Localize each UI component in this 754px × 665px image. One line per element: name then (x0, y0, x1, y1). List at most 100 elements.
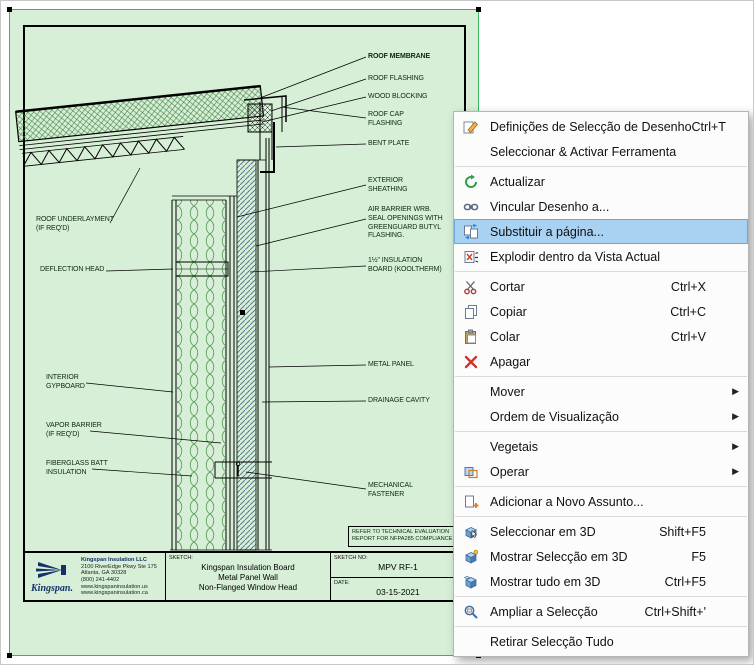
annotation-roof-membrane: ROOF MEMBRANE (368, 53, 430, 62)
wall-assembly (170, 138, 272, 550)
icon-spacer (460, 634, 482, 650)
add-subject-icon (460, 494, 482, 510)
menu-item-shortcut: Ctrl+X (671, 280, 740, 294)
lighthouse-beams-icon (32, 560, 72, 580)
context-menu: Definições de Selecção de Desenho Ctrl+T… (453, 111, 749, 657)
annotation-metal-panel: METAL PANEL (368, 361, 414, 370)
menu-separator (455, 271, 747, 272)
annotation-roof-cap-flashing: ROOF CAP FLASHING (368, 111, 404, 129)
menu-separator (455, 166, 747, 167)
menu-item-cut[interactable]: Cortar Ctrl+X (454, 274, 748, 299)
roof-assembly (16, 86, 266, 166)
menu-item-label: Mover (490, 385, 525, 399)
menu-item-show-all-3d[interactable]: Mostrar tudo em 3D Ctrl+F5 (454, 569, 748, 594)
menu-item-shortcut: Ctrl+T (692, 120, 754, 134)
menu-item-move[interactable]: Mover ▶ (454, 379, 748, 404)
selection-handle[interactable] (7, 7, 12, 12)
menu-item-label: Explodir dentro da Vista Actual (490, 250, 660, 264)
menu-item-select-activate-tool[interactable]: Seleccionar & Activar Ferramenta (454, 139, 748, 164)
menu-separator (455, 626, 747, 627)
menu-item-label: Adicionar a Novo Assunto... (490, 495, 644, 509)
submenu-arrow-icon: ▶ (732, 412, 739, 421)
title-block: Kingspan. Kingspan Insulation LLC 2100 R… (24, 551, 465, 601)
address-line-2: Atlanta, GA 30328 (81, 570, 157, 577)
menu-item-add-to-new-subject[interactable]: Adicionar a Novo Assunto... (454, 489, 748, 514)
menu-separator (455, 486, 747, 487)
menu-item-shortcut: F5 (691, 550, 740, 564)
copy-icon (460, 304, 482, 320)
drawing-page[interactable]: ROOF MEMBRANE ROOF FLASHING WOOD BLOCKIN… (10, 10, 478, 655)
menu-item-label: Mostrar Selecção em 3D (490, 550, 628, 564)
sketch-title: Kingspan Insulation Board Metal Panel Wa… (170, 563, 326, 593)
kingspan-logo-text: Kingspan. (26, 583, 78, 594)
cube-highlight-icon (460, 549, 482, 565)
menu-item-label: Vegetais (490, 440, 538, 454)
menu-item-drawing-settings[interactable]: Definições de Selecção de Desenho Ctrl+T (454, 114, 748, 139)
menu-item-show-selection-3d[interactable]: Mostrar Selecção em 3D F5 (454, 544, 748, 569)
menu-item-zoom-selection[interactable]: Ampliar a Selecção Ctrl+Shift+' (454, 599, 748, 624)
submenu-arrow-icon: ▶ (732, 442, 739, 451)
menu-item-label: Substituir a página... (490, 225, 604, 239)
title-block-meta-cell: SKETCH NO: MPV RF-1 DATE: 03-15-2021 (330, 553, 465, 601)
annotation-exterior-sheathing: EXTERIOR SHEATHING (368, 177, 407, 195)
delete-x-icon (460, 354, 482, 370)
menu-item-label: Seleccionar em 3D (490, 525, 596, 539)
selection-handle[interactable] (7, 653, 12, 658)
menu-item-label: Apagar (490, 355, 530, 369)
selection-handle[interactable] (476, 7, 481, 12)
menu-item-operate[interactable]: Operar ▶ (454, 459, 748, 484)
menu-item-link-drawing[interactable]: Vincular Desenho a... (454, 194, 748, 219)
menu-item-explode[interactable]: Explodir dentro da Vista Actual (454, 244, 748, 269)
selection-handle-center[interactable] (240, 310, 245, 315)
annotation-roof-underlayment: ROOF UNDERLAYMENT (IF REQ'D) (36, 216, 114, 234)
annotation-mechanical-fastener: MECHANICAL FASTENER (368, 482, 413, 500)
annotation-bent-plate: BENT PLATE (368, 140, 409, 149)
address-line-1: 2100 RiverEdge Pkwy Ste 175 (81, 564, 157, 571)
menu-item-update[interactable]: Actualizar (454, 169, 748, 194)
annotation-drainage-cavity: DRAINAGE CAVITY (368, 397, 430, 406)
menu-item-layers[interactable]: Vegetais ▶ (454, 434, 748, 459)
date-value: 03-15-2021 (331, 587, 465, 597)
menu-item-shortcut: Ctrl+V (671, 330, 740, 344)
menu-item-display-order[interactable]: Ordem de Visualização ▶ (454, 404, 748, 429)
menu-separator (455, 516, 747, 517)
menu-item-label: Vincular Desenho a... (490, 200, 609, 214)
annotation-wood-blocking: WOOD BLOCKING (368, 93, 427, 102)
menu-item-replace-page[interactable]: Substituir a página... (454, 219, 748, 244)
menu-item-shortcut: Shift+F5 (659, 525, 740, 539)
menu-item-label: Definições de Selecção de Desenho (490, 120, 692, 134)
menu-item-label: Cortar (490, 280, 525, 294)
submenu-arrow-icon: ▶ (732, 387, 739, 396)
company-address: Kingspan Insulation LLC 2100 RiverEdge P… (81, 557, 157, 597)
magnifier-icon (460, 604, 482, 620)
sketch-no-row: SKETCH NO: MPV RF-1 (331, 553, 465, 577)
cube-cursor-icon (460, 524, 482, 540)
menu-item-delete[interactable]: Apagar (454, 349, 748, 374)
sketch-no-value: MPV RF-1 (331, 562, 465, 572)
menu-item-shortcut: Ctrl+Shift+' (645, 605, 740, 619)
menu-item-copy[interactable]: Copiar Ctrl+C (454, 299, 748, 324)
refresh-icon (460, 174, 482, 190)
date-label: DATE: (334, 580, 350, 586)
menu-item-select-in-3d[interactable]: Seleccionar em 3D Shift+F5 (454, 519, 748, 544)
kingspan-logo: Kingspan. (26, 560, 78, 594)
date-row: DATE: 03-15-2021 (331, 577, 465, 602)
annotation-fiberglass-batt: FIBERGLASS BATT INSULATION (46, 460, 108, 478)
clipboard-icon (460, 329, 482, 345)
annotation-air-barrier: AIR BARRIER WRB. SEAL OPENINGS WITH GREE… (368, 206, 443, 241)
annotation-vapor-barrier: VAPOR BARRIER (IF REQ'D) (46, 422, 102, 440)
sketch-label: SKETCH: (169, 555, 193, 561)
company-name: Kingspan Insulation LLC (81, 557, 157, 564)
icon-spacer (460, 439, 482, 455)
title-block-sketch-cell: SKETCH: Kingspan Insulation Board Metal … (165, 553, 330, 601)
icon-spacer (460, 384, 482, 400)
menu-separator (455, 431, 747, 432)
menu-item-label: Ordem de Visualização (490, 410, 619, 424)
menu-item-paste[interactable]: Colar Ctrl+V (454, 324, 748, 349)
link-icon (460, 199, 482, 215)
menu-item-deselect-all[interactable]: Retirar Selecção Tudo (454, 629, 748, 654)
company-website-ca: www.kingspaninsulation.ca (81, 590, 157, 597)
scissors-icon (460, 279, 482, 295)
annotation-interior-gypboard: INTERIOR GYPBOARD (46, 374, 85, 392)
sketch-no-label: SKETCH NO: (334, 555, 368, 561)
